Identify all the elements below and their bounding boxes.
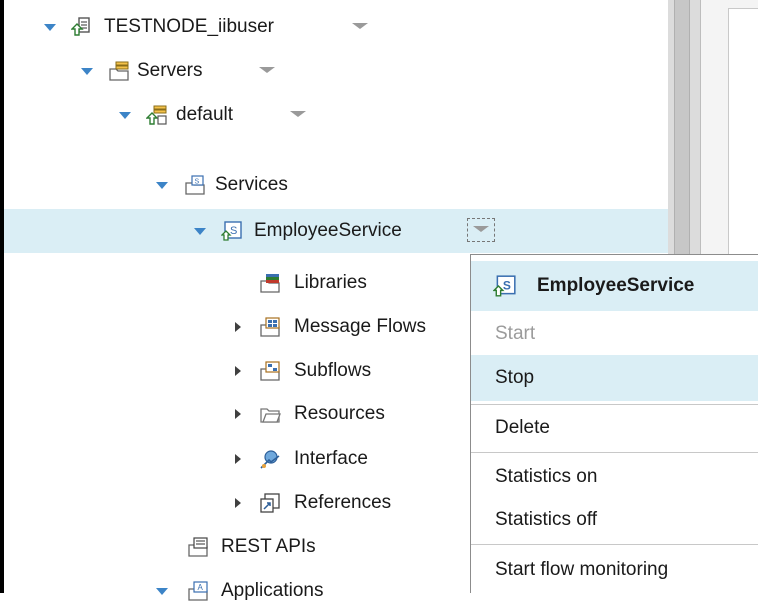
menu-item-delete-label: Delete [495, 417, 550, 438]
menu-item-statistics-off-label: Statistics off [495, 509, 598, 530]
expand-arrow-icon[interactable] [155, 569, 169, 613]
menu-item-statistics-on[interactable]: Statistics on [471, 454, 758, 500]
tree-label-libraries: Libraries [294, 272, 367, 293]
menu-item-statistics-off[interactable]: Statistics off [471, 497, 758, 543]
tree-label-employee-service: EmployeeService [254, 220, 402, 241]
collapsed-arrow-icon[interactable] [231, 305, 245, 349]
context-menu-title: S EmployeeService [471, 261, 758, 311]
svg-text:A: A [198, 583, 204, 592]
svg-text:S: S [503, 278, 511, 292]
tree-row-employee-service[interactable]: S EmployeeService [4, 209, 668, 253]
default-menu-dropdown-icon[interactable] [290, 111, 306, 117]
tree-label-applications: Applications [221, 580, 324, 601]
menu-item-stop-label: Stop [495, 367, 535, 388]
applications-icon: A [188, 581, 208, 601]
menu-item-statistics-on-label: Statistics on [495, 466, 598, 487]
collapsed-arrow-icon[interactable] [231, 349, 245, 393]
services-folder-icon: S [185, 175, 205, 195]
node-menu-dropdown-icon[interactable] [352, 23, 368, 29]
resources-folder-icon [260, 408, 281, 423]
libraries-icon [260, 274, 280, 293]
tree-label-interface: Interface [294, 448, 368, 469]
tree-label-default: default [176, 104, 234, 125]
service-icon: S [493, 275, 516, 297]
collapsed-arrow-icon[interactable] [231, 392, 245, 436]
expand-arrow-icon[interactable] [80, 49, 94, 93]
subflows-icon [260, 361, 280, 381]
tree-label-resources: Resources [294, 403, 385, 424]
tree-row-services[interactable]: S Services [4, 163, 668, 207]
menu-item-start-flow-monitoring[interactable]: Start flow monitoring [471, 547, 758, 593]
menu-separator [471, 452, 758, 453]
expand-arrow-icon[interactable] [43, 5, 57, 49]
tree-label-rest-apis: REST APIs [221, 536, 316, 557]
references-icon [260, 493, 280, 513]
chevron-down-icon [473, 226, 489, 232]
tree-label-subflows: Subflows [294, 360, 372, 381]
expand-arrow-icon[interactable] [118, 93, 132, 137]
tree-row-default-server[interactable]: default [4, 93, 668, 137]
servers-menu-dropdown-icon[interactable] [259, 67, 275, 73]
tree-label-servers: Servers [137, 60, 203, 81]
servers-folder-icon [109, 61, 129, 81]
tree-label-message-flows: Message Flows [294, 316, 426, 337]
rest-apis-icon [188, 537, 208, 557]
expand-arrow-icon[interactable] [155, 163, 169, 207]
menu-item-start-flow-monitoring-label: Start flow monitoring [495, 559, 669, 580]
menu-separator [471, 544, 758, 545]
context-menu-title-label: EmployeeService [537, 275, 695, 296]
integration-node-icon [71, 17, 90, 36]
menu-item-start: Start [471, 311, 758, 357]
interface-icon [260, 450, 280, 469]
tree-label-integration-node: TESTNODE_iibuser [104, 16, 274, 37]
tree-row-integration-node[interactable]: TESTNODE_iibuser [4, 5, 668, 49]
service-menu-dropdown-button[interactable] [467, 218, 495, 242]
menu-item-start-label: Start [495, 323, 536, 344]
integration-server-icon [146, 105, 167, 125]
collapsed-arrow-icon[interactable] [231, 437, 245, 481]
context-menu: S EmployeeService Start Stop Delete Stat… [470, 254, 758, 593]
message-flows-icon [260, 317, 280, 337]
svg-text:S: S [195, 179, 200, 186]
service-icon: S [221, 221, 242, 241]
menu-item-delete[interactable]: Delete [471, 405, 758, 451]
expand-arrow-icon[interactable] [193, 209, 207, 253]
collapsed-arrow-icon[interactable] [231, 481, 245, 525]
tree-label-services: Services [215, 174, 288, 195]
tree-row-servers[interactable]: Servers [4, 49, 668, 93]
menu-item-stop[interactable]: Stop [471, 355, 758, 401]
tree-label-references: References [294, 492, 392, 513]
